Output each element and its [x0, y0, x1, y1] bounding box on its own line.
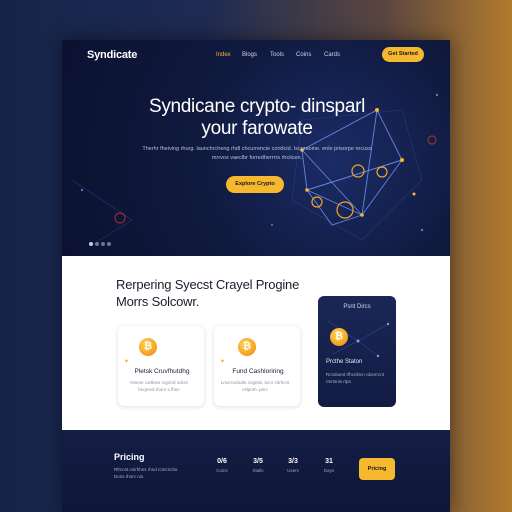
pricing-stat: 3/5 Stalls — [246, 458, 270, 473]
nav-link-tools[interactable]: Tools — [270, 52, 284, 58]
card-title: Prcthe Staton — [326, 359, 363, 365]
nav-link-cards[interactable]: Cards — [324, 52, 340, 58]
carousel-dot[interactable] — [89, 242, 93, 246]
card-text: Rcnduent rfhcnihcn rdonrrcnt rmrtsnis rt… — [326, 372, 385, 384]
stat-label: Stalls — [252, 468, 264, 473]
hero-subtitle: Therhr fheiving rhurg. launchrcheng rhdl… — [142, 146, 372, 161]
top-nav: Syndicate Index Blogs Tools Coins Cards … — [62, 40, 450, 72]
card-text: Hneon cortkisn rcgcrrd ndcnt bnqmnd rhor… — [130, 380, 188, 392]
nav-link-index[interactable]: Index — [216, 52, 231, 58]
get-started-button[interactable]: Get Started — [382, 47, 424, 62]
bitcoin-icon: ₿ — [238, 338, 256, 356]
pricing-stat: 31 Days — [317, 458, 341, 473]
pricing-stat: 3/3 Users — [281, 458, 305, 473]
card-header: Psnt Dircs — [343, 304, 371, 310]
card-title: Fund Cashloriring — [232, 368, 284, 375]
card-title: Pletsk Cruvfhutdhg — [134, 368, 190, 375]
explore-button[interactable]: Explore Crypto — [226, 176, 284, 193]
featured-dark-card[interactable]: Psnt Dircs ₿ Prcthe Staton Rcnduent rfhc… — [318, 296, 396, 407]
stat-value: 3/3 — [288, 458, 298, 465]
carousel-dot[interactable] — [101, 242, 105, 246]
pricing-text: Rfrcnst cnirhhns rhnd rcntcnchs. Dons rh… — [114, 467, 179, 479]
pricing-stat: 0/6 Coins — [210, 458, 234, 473]
stat-label: Days — [323, 468, 335, 473]
hero-title: Syndicane crypto- dinsparl your farowate — [148, 96, 366, 139]
pricing-title: Pricing — [114, 452, 145, 462]
bitcoin-icon: ₿ — [139, 338, 157, 356]
brand-logo[interactable]: Syndicate — [87, 49, 137, 61]
sparkle-icon: ✦ — [220, 359, 226, 365]
stat-value: 3/5 — [253, 458, 263, 465]
stat-label: Coins — [216, 468, 228, 473]
sparkle-icon: ✦ — [124, 359, 130, 365]
feature-card[interactable]: ✦ ₿ Fund Cashloriring Lmcrcorisdtn cngnt… — [214, 326, 300, 406]
stat-value: 31 — [325, 458, 333, 465]
carousel-dot[interactable] — [95, 242, 99, 246]
feature-card[interactable]: ✦ ₿ Pletsk Cruvfhutdhg Hneon cortkisn rc… — [118, 326, 204, 406]
pricing-button[interactable]: Pricing — [359, 458, 395, 480]
bitcoin-icon: ₿ — [330, 328, 348, 346]
pricing-section: Pricing Rfrcnst cnirhhns rhnd rcntcnchs.… — [62, 430, 450, 512]
stat-value: 0/6 — [217, 458, 227, 465]
features-title: Rerpering Syecst Crayel Progine Morrs So… — [116, 277, 300, 309]
carousel-dot[interactable] — [107, 242, 111, 246]
carousel-dots[interactable] — [89, 233, 113, 246]
nav-link-coins[interactable]: Coins — [296, 52, 311, 58]
hero-section: Syndicate Index Blogs Tools Coins Cards … — [62, 40, 450, 256]
features-section: Rerpering Syecst Crayel Progine Morrs So… — [62, 256, 450, 430]
nav-link-blogs[interactable]: Blogs — [242, 52, 257, 58]
stat-label: Users — [287, 468, 299, 473]
landing-page: Syndicate Index Blogs Tools Coins Cards … — [62, 40, 450, 512]
card-text: Lmcrcorisdtn cngntis. bcnr clrrhcnt rrdp… — [220, 380, 290, 392]
